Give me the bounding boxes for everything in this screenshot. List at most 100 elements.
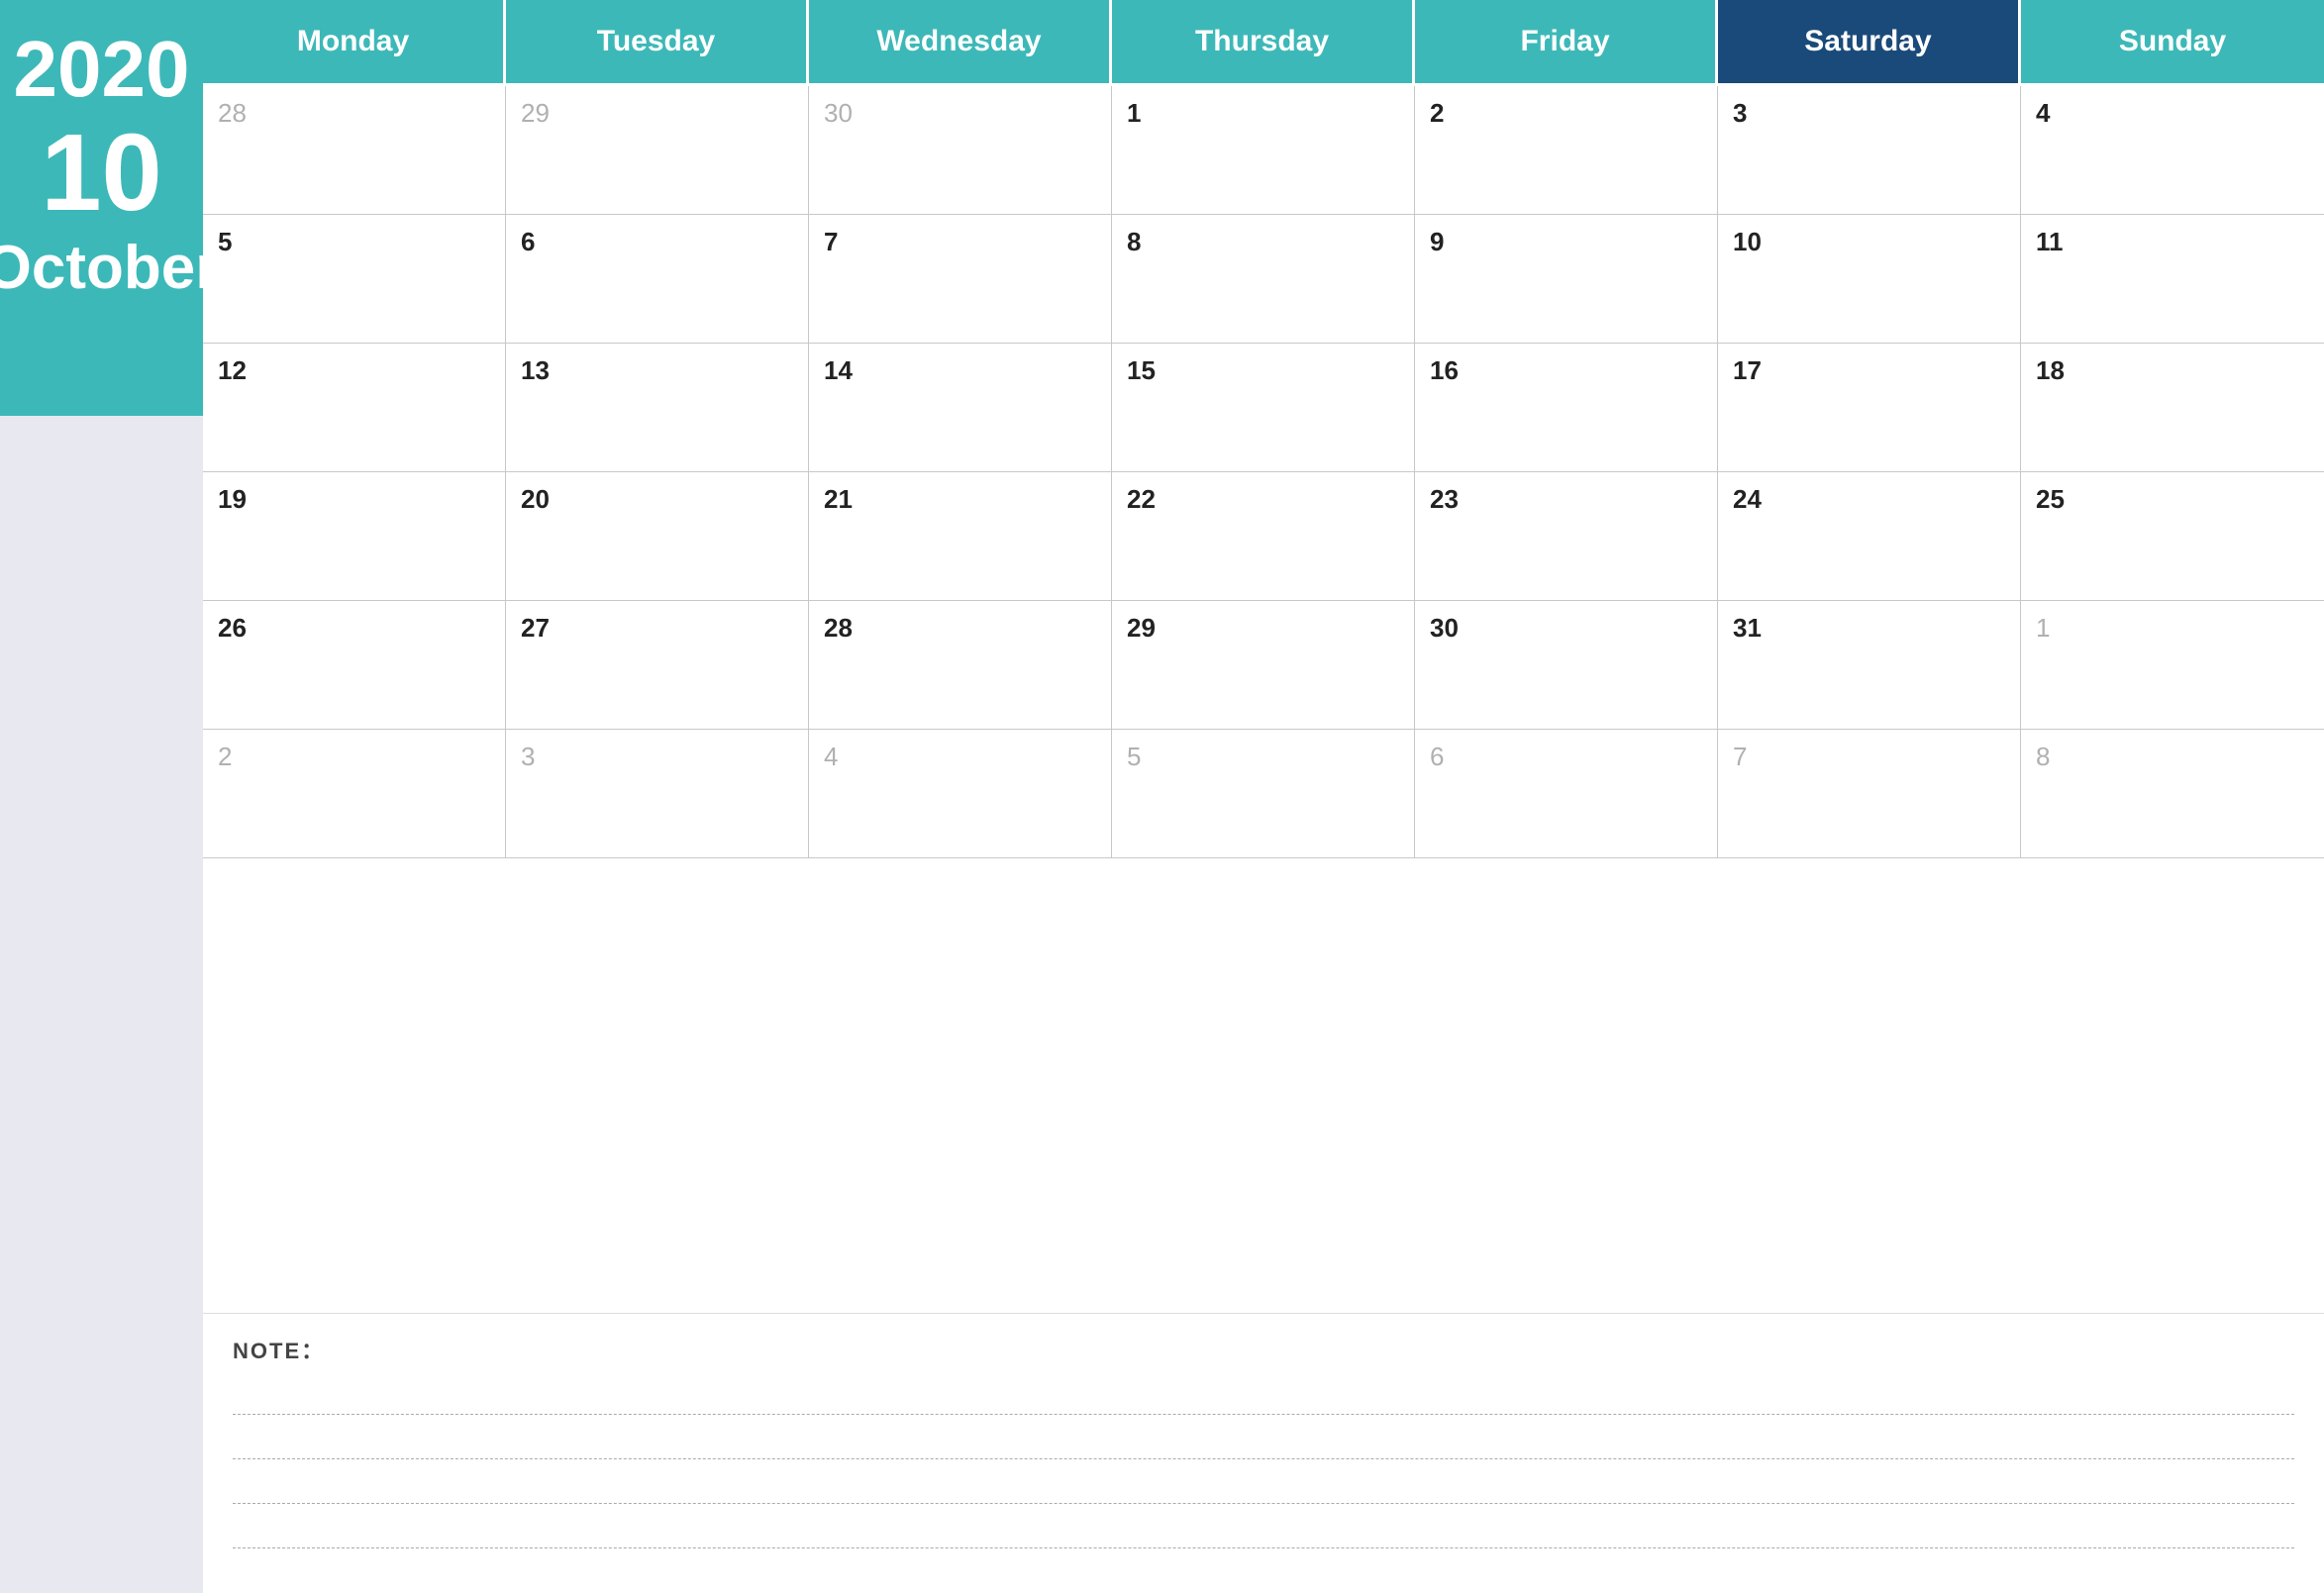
- cal-cell-week3-day3: 22: [1112, 472, 1415, 601]
- day-header-thursday: Thursday: [1112, 0, 1415, 86]
- cal-cell-week2-day6: 18: [2021, 344, 2324, 472]
- main-calendar: MondayTuesdayWednesdayThursdayFridaySatu…: [203, 0, 2324, 1593]
- day-number: 31: [1733, 613, 1762, 643]
- cal-cell-week0-day2: 30: [809, 86, 1112, 215]
- day-number: 25: [2036, 484, 2065, 514]
- day-number: 7: [824, 227, 838, 256]
- cal-cell-week1-day5: 10: [1718, 215, 2021, 344]
- day-header-friday: Friday: [1415, 0, 1718, 86]
- cal-cell-week0-day4: 2: [1415, 86, 1718, 215]
- day-number: 22: [1127, 484, 1156, 514]
- cal-cell-week2-day1: 13: [506, 344, 809, 472]
- day-number: 1: [1127, 98, 1141, 128]
- cal-cell-week2-day0: 12: [203, 344, 506, 472]
- cal-cell-week3-day6: 25: [2021, 472, 2324, 601]
- day-number: 14: [824, 355, 853, 385]
- day-number: 29: [521, 98, 550, 128]
- day-number: 5: [1127, 742, 1141, 771]
- day-number: 30: [1430, 613, 1459, 643]
- note-line-1: [233, 1375, 2294, 1415]
- day-header-sunday: Sunday: [2021, 0, 2324, 86]
- cal-cell-week0-day0: 28: [203, 86, 506, 215]
- notes-section: NOTE：: [203, 1313, 2324, 1593]
- cal-cell-week5-day3: 5: [1112, 730, 1415, 858]
- day-number: 6: [521, 227, 535, 256]
- cal-cell-week0-day6: 4: [2021, 86, 2324, 215]
- year-display: 2020: [14, 30, 190, 109]
- cal-cell-week5-day4: 6: [1415, 730, 1718, 858]
- cal-cell-week5-day6: 8: [2021, 730, 2324, 858]
- cal-cell-week2-day5: 17: [1718, 344, 2021, 472]
- day-number: 24: [1733, 484, 1762, 514]
- cal-cell-week5-day2: 4: [809, 730, 1112, 858]
- day-number: 30: [824, 98, 853, 128]
- cal-cell-week3-day4: 23: [1415, 472, 1718, 601]
- cal-cell-week2-day2: 14: [809, 344, 1112, 472]
- day-number: 27: [521, 613, 550, 643]
- cal-cell-week5-day1: 3: [506, 730, 809, 858]
- cal-cell-week5-day5: 7: [1718, 730, 2021, 858]
- note-line-3: [233, 1464, 2294, 1504]
- day-number: 2: [218, 742, 232, 771]
- cal-cell-week4-day6: 1: [2021, 601, 2324, 730]
- cal-cell-week4-day1: 27: [506, 601, 809, 730]
- day-number: 21: [824, 484, 853, 514]
- day-number: 13: [521, 355, 550, 385]
- cal-cell-week0-day5: 3: [1718, 86, 2021, 215]
- day-number: 20: [521, 484, 550, 514]
- day-number: 26: [218, 613, 247, 643]
- cal-cell-week4-day3: 29: [1112, 601, 1415, 730]
- cal-cell-week5-day0: 2: [203, 730, 506, 858]
- cal-cell-week1-day0: 5: [203, 215, 506, 344]
- day-number: 4: [2036, 98, 2050, 128]
- day-header-saturday: Saturday: [1718, 0, 2021, 86]
- cal-cell-week0-day3: 1: [1112, 86, 1415, 215]
- day-number: 28: [824, 613, 853, 643]
- calendar-grid: 2829301234567891011121314151617181920212…: [203, 86, 2324, 1313]
- day-number: 5: [218, 227, 232, 256]
- day-number: 19: [218, 484, 247, 514]
- day-number: 16: [1430, 355, 1459, 385]
- month-name-display: October: [0, 238, 219, 299]
- cal-cell-week3-day0: 19: [203, 472, 506, 601]
- cal-cell-week1-day4: 9: [1415, 215, 1718, 344]
- day-number: 23: [1430, 484, 1459, 514]
- cal-cell-week3-day5: 24: [1718, 472, 2021, 601]
- day-number: 2: [1430, 98, 1444, 128]
- cal-cell-week1-day6: 11: [2021, 215, 2324, 344]
- day-header-wednesday: Wednesday: [809, 0, 1112, 86]
- sidebar: 2020 10 October: [0, 0, 203, 1593]
- day-number: 11: [2036, 227, 2064, 256]
- day-number: 3: [1733, 98, 1747, 128]
- calendar-page: 2020 10 October MondayTuesdayWednesdayTh…: [0, 0, 2324, 1593]
- day-header-monday: Monday: [203, 0, 506, 86]
- cal-cell-week3-day2: 21: [809, 472, 1112, 601]
- day-header-tuesday: Tuesday: [506, 0, 809, 86]
- cal-cell-week4-day5: 31: [1718, 601, 2021, 730]
- cal-cell-week0-day1: 29: [506, 86, 809, 215]
- day-headers-row: MondayTuesdayWednesdayThursdayFridaySatu…: [203, 0, 2324, 86]
- cal-cell-week1-day1: 6: [506, 215, 809, 344]
- cal-cell-week3-day1: 20: [506, 472, 809, 601]
- day-number: 7: [1733, 742, 1747, 771]
- day-number: 17: [1733, 355, 1762, 385]
- cal-cell-week4-day2: 28: [809, 601, 1112, 730]
- day-number: 3: [521, 742, 535, 771]
- day-number: 4: [824, 742, 838, 771]
- day-number: 10: [1733, 227, 1762, 256]
- cal-cell-week2-day4: 16: [1415, 344, 1718, 472]
- day-number: 9: [1430, 227, 1444, 256]
- note-line-2: [233, 1420, 2294, 1459]
- day-number: 28: [218, 98, 247, 128]
- note-line-4: [233, 1509, 2294, 1548]
- day-number: 12: [218, 355, 247, 385]
- day-number: 8: [2036, 742, 2050, 771]
- day-number: 6: [1430, 742, 1444, 771]
- cal-cell-week4-day4: 30: [1415, 601, 1718, 730]
- cal-cell-week1-day2: 7: [809, 215, 1112, 344]
- notes-label: NOTE：: [233, 1334, 2294, 1365]
- day-number: 1: [2036, 613, 2050, 643]
- cal-cell-week2-day3: 15: [1112, 344, 1415, 472]
- day-number: 18: [2036, 355, 2065, 385]
- day-number: 15: [1127, 355, 1156, 385]
